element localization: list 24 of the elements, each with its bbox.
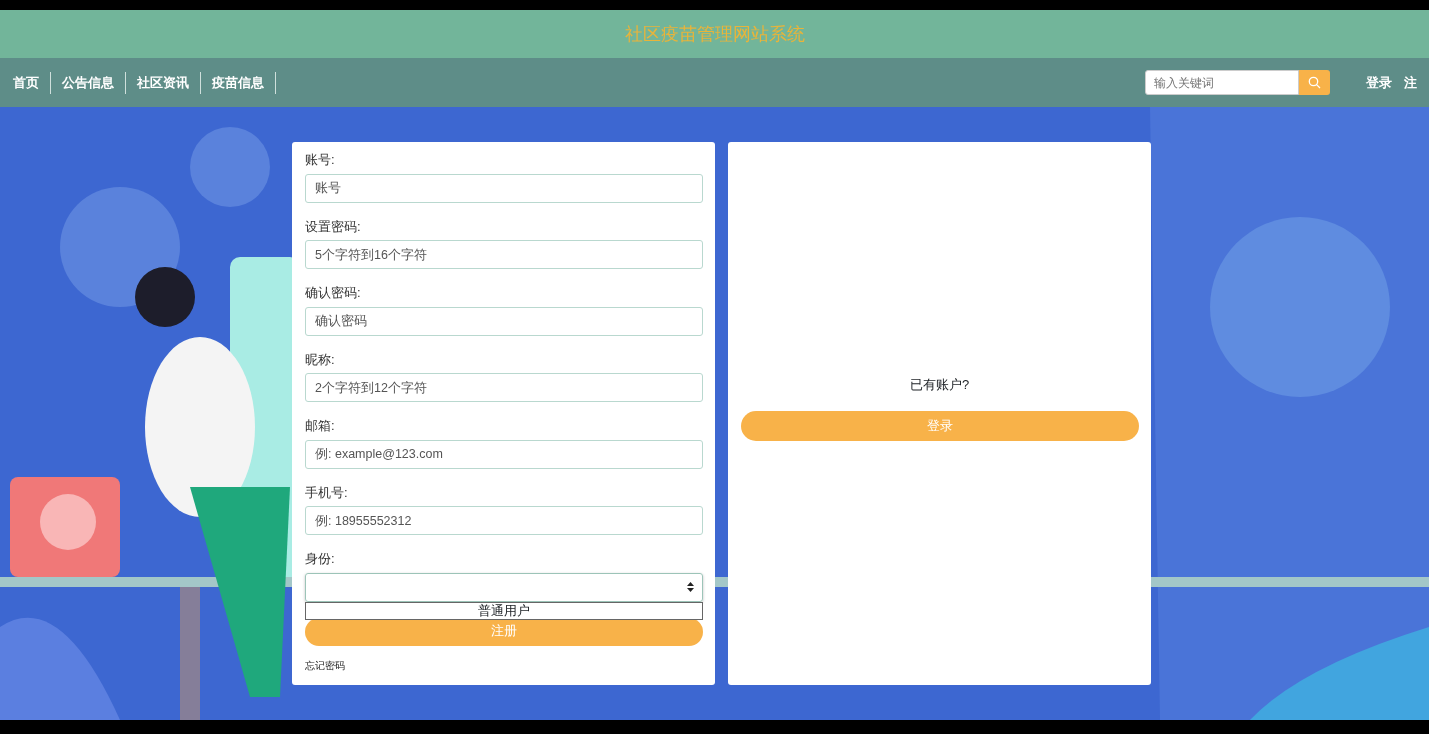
site-title: 社区疫苗管理网站系统	[624, 22, 805, 46]
field-label: 确认密码:	[305, 284, 362, 302]
field-label: 昵称:	[305, 350, 336, 369]
input-field[interactable]: 确认密码	[305, 306, 703, 336]
input-field[interactable]: 账号	[305, 173, 703, 203]
input-field[interactable]: 例: example@123.com	[305, 439, 703, 469]
field-label: 邮箱:	[305, 417, 336, 435]
field-label: 设置密码:	[305, 217, 362, 236]
input-field[interactable]: 例: 18955552312	[305, 506, 703, 535]
field-label: 手机号:	[305, 483, 349, 502]
nav-link[interactable]: 疫苗信息	[201, 71, 276, 94]
nav-link[interactable]: 注	[1404, 72, 1417, 93]
forgot-password-link[interactable]: 忘记密码	[305, 657, 345, 673]
input-field[interactable]: 2个字符到12个字符	[305, 373, 703, 402]
dropdown-option[interactable]: 普通用户	[306, 602, 702, 619]
field-label: 账号:	[305, 151, 336, 169]
nav-link[interactable]: 首页	[2, 71, 51, 94]
search-field[interactable]: 输入关键词	[1145, 70, 1299, 95]
login-prompt: 已有账户?	[909, 376, 970, 394]
field-label: 身份:	[305, 550, 336, 568]
nav-link[interactable]: 登录	[1366, 72, 1392, 93]
nav-link[interactable]: 社区资讯	[126, 71, 201, 94]
nav-link[interactable]: 公告信息	[51, 71, 126, 94]
input-field[interactable]: 5个字符到16个字符	[305, 240, 703, 269]
